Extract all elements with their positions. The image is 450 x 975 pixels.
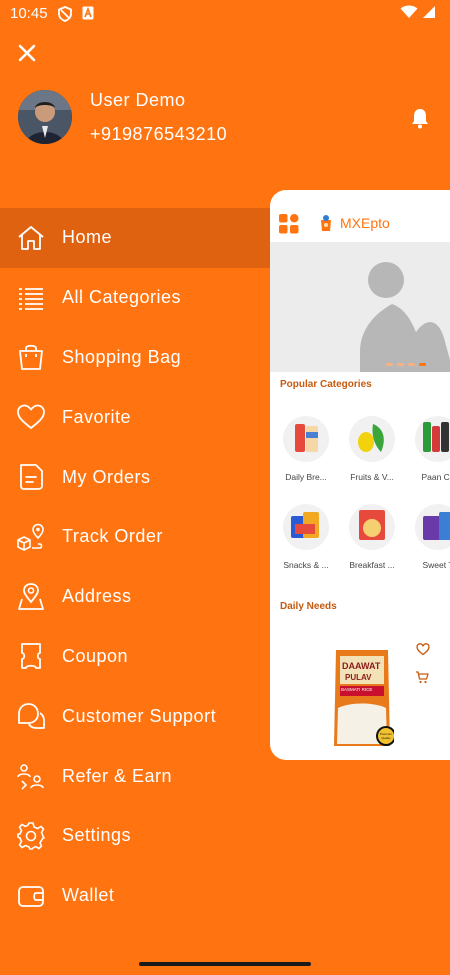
logo-icon bbox=[321, 215, 331, 231]
category-item[interactable]: Daily Bre... bbox=[276, 416, 336, 482]
category-item[interactable]: Fruits & V... bbox=[342, 416, 402, 482]
settings-icon bbox=[17, 822, 45, 850]
home-icon bbox=[18, 225, 44, 250]
orders-icon bbox=[20, 464, 43, 490]
preview-header: MXEpto bbox=[270, 190, 450, 240]
close-button[interactable] bbox=[14, 40, 40, 66]
signal-icon bbox=[423, 6, 435, 18]
status-bar: 10:45 bbox=[0, 0, 450, 28]
support-icon bbox=[18, 703, 45, 730]
refer-icon bbox=[17, 764, 44, 790]
image-placeholder-icon bbox=[360, 262, 450, 372]
category-item[interactable]: Paan Co bbox=[408, 416, 450, 482]
notification-button[interactable] bbox=[408, 106, 432, 130]
menu-item-shopping-bag[interactable]: Shopping Bag bbox=[0, 328, 270, 388]
categories-icon bbox=[19, 287, 43, 310]
close-icon bbox=[18, 44, 36, 62]
category-item[interactable]: Breakfast ... bbox=[342, 504, 402, 570]
daily-needs-title: Daily Needs bbox=[280, 601, 337, 612]
product-card[interactable]: DAAWAT PULAV BASMATI RICE Premium Qualit… bbox=[330, 646, 396, 754]
coupon-icon bbox=[21, 643, 41, 670]
category-item[interactable]: Snacks & ... bbox=[276, 504, 336, 570]
profile-section: User Demo +919876543210 bbox=[18, 90, 438, 150]
menu-item-settings[interactable]: Settings bbox=[0, 806, 270, 866]
avatar[interactable] bbox=[18, 90, 72, 144]
wallet-icon bbox=[18, 885, 44, 907]
add-to-cart-icon[interactable] bbox=[415, 670, 429, 684]
menu-item-all-categories[interactable]: All Categories bbox=[0, 268, 270, 328]
drawer-menu: Home All Categories Shopping Bag Favorit… bbox=[0, 208, 270, 926]
user-phone: +919876543210 bbox=[90, 124, 228, 144]
menu-item-my-orders[interactable]: My Orders bbox=[0, 447, 270, 507]
banner-image-placeholder[interactable] bbox=[270, 242, 450, 372]
menu-item-customer-support[interactable]: Customer Support bbox=[0, 686, 270, 746]
bell-icon bbox=[412, 109, 428, 129]
location-icon bbox=[18, 582, 44, 610]
menu-item-refer-earn[interactable]: Refer & Earn bbox=[0, 746, 270, 806]
category-item[interactable]: Sweet T bbox=[408, 504, 450, 570]
wifi-icon bbox=[400, 5, 418, 18]
menu-item-address[interactable]: Address bbox=[0, 567, 270, 627]
app-preview-panel[interactable]: MXEpto Popular Categories Daily Bre... F… bbox=[270, 190, 450, 760]
menu-item-track-order[interactable]: Track Order bbox=[0, 507, 270, 567]
wishlist-heart-icon[interactable] bbox=[416, 642, 430, 656]
app-name: MXEpto bbox=[340, 215, 390, 231]
menu-item-coupon[interactable]: Coupon bbox=[0, 627, 270, 687]
user-name: User Demo bbox=[90, 90, 186, 110]
bag-icon bbox=[19, 345, 43, 371]
heart-icon bbox=[17, 404, 45, 430]
a-icon bbox=[82, 6, 94, 20]
home-indicator[interactable] bbox=[139, 962, 311, 966]
menu-item-favorite[interactable]: Favorite bbox=[0, 387, 270, 447]
menu-item-wallet[interactable]: Wallet bbox=[0, 866, 270, 926]
popular-categories-title: Popular Categories bbox=[280, 379, 372, 390]
status-time: 10:45 bbox=[10, 5, 48, 22]
track-icon bbox=[17, 523, 44, 551]
grid-icon bbox=[279, 214, 299, 234]
carousel-dots bbox=[386, 363, 426, 366]
shield-icon bbox=[58, 6, 72, 22]
menu-item-home[interactable]: Home bbox=[0, 208, 270, 268]
